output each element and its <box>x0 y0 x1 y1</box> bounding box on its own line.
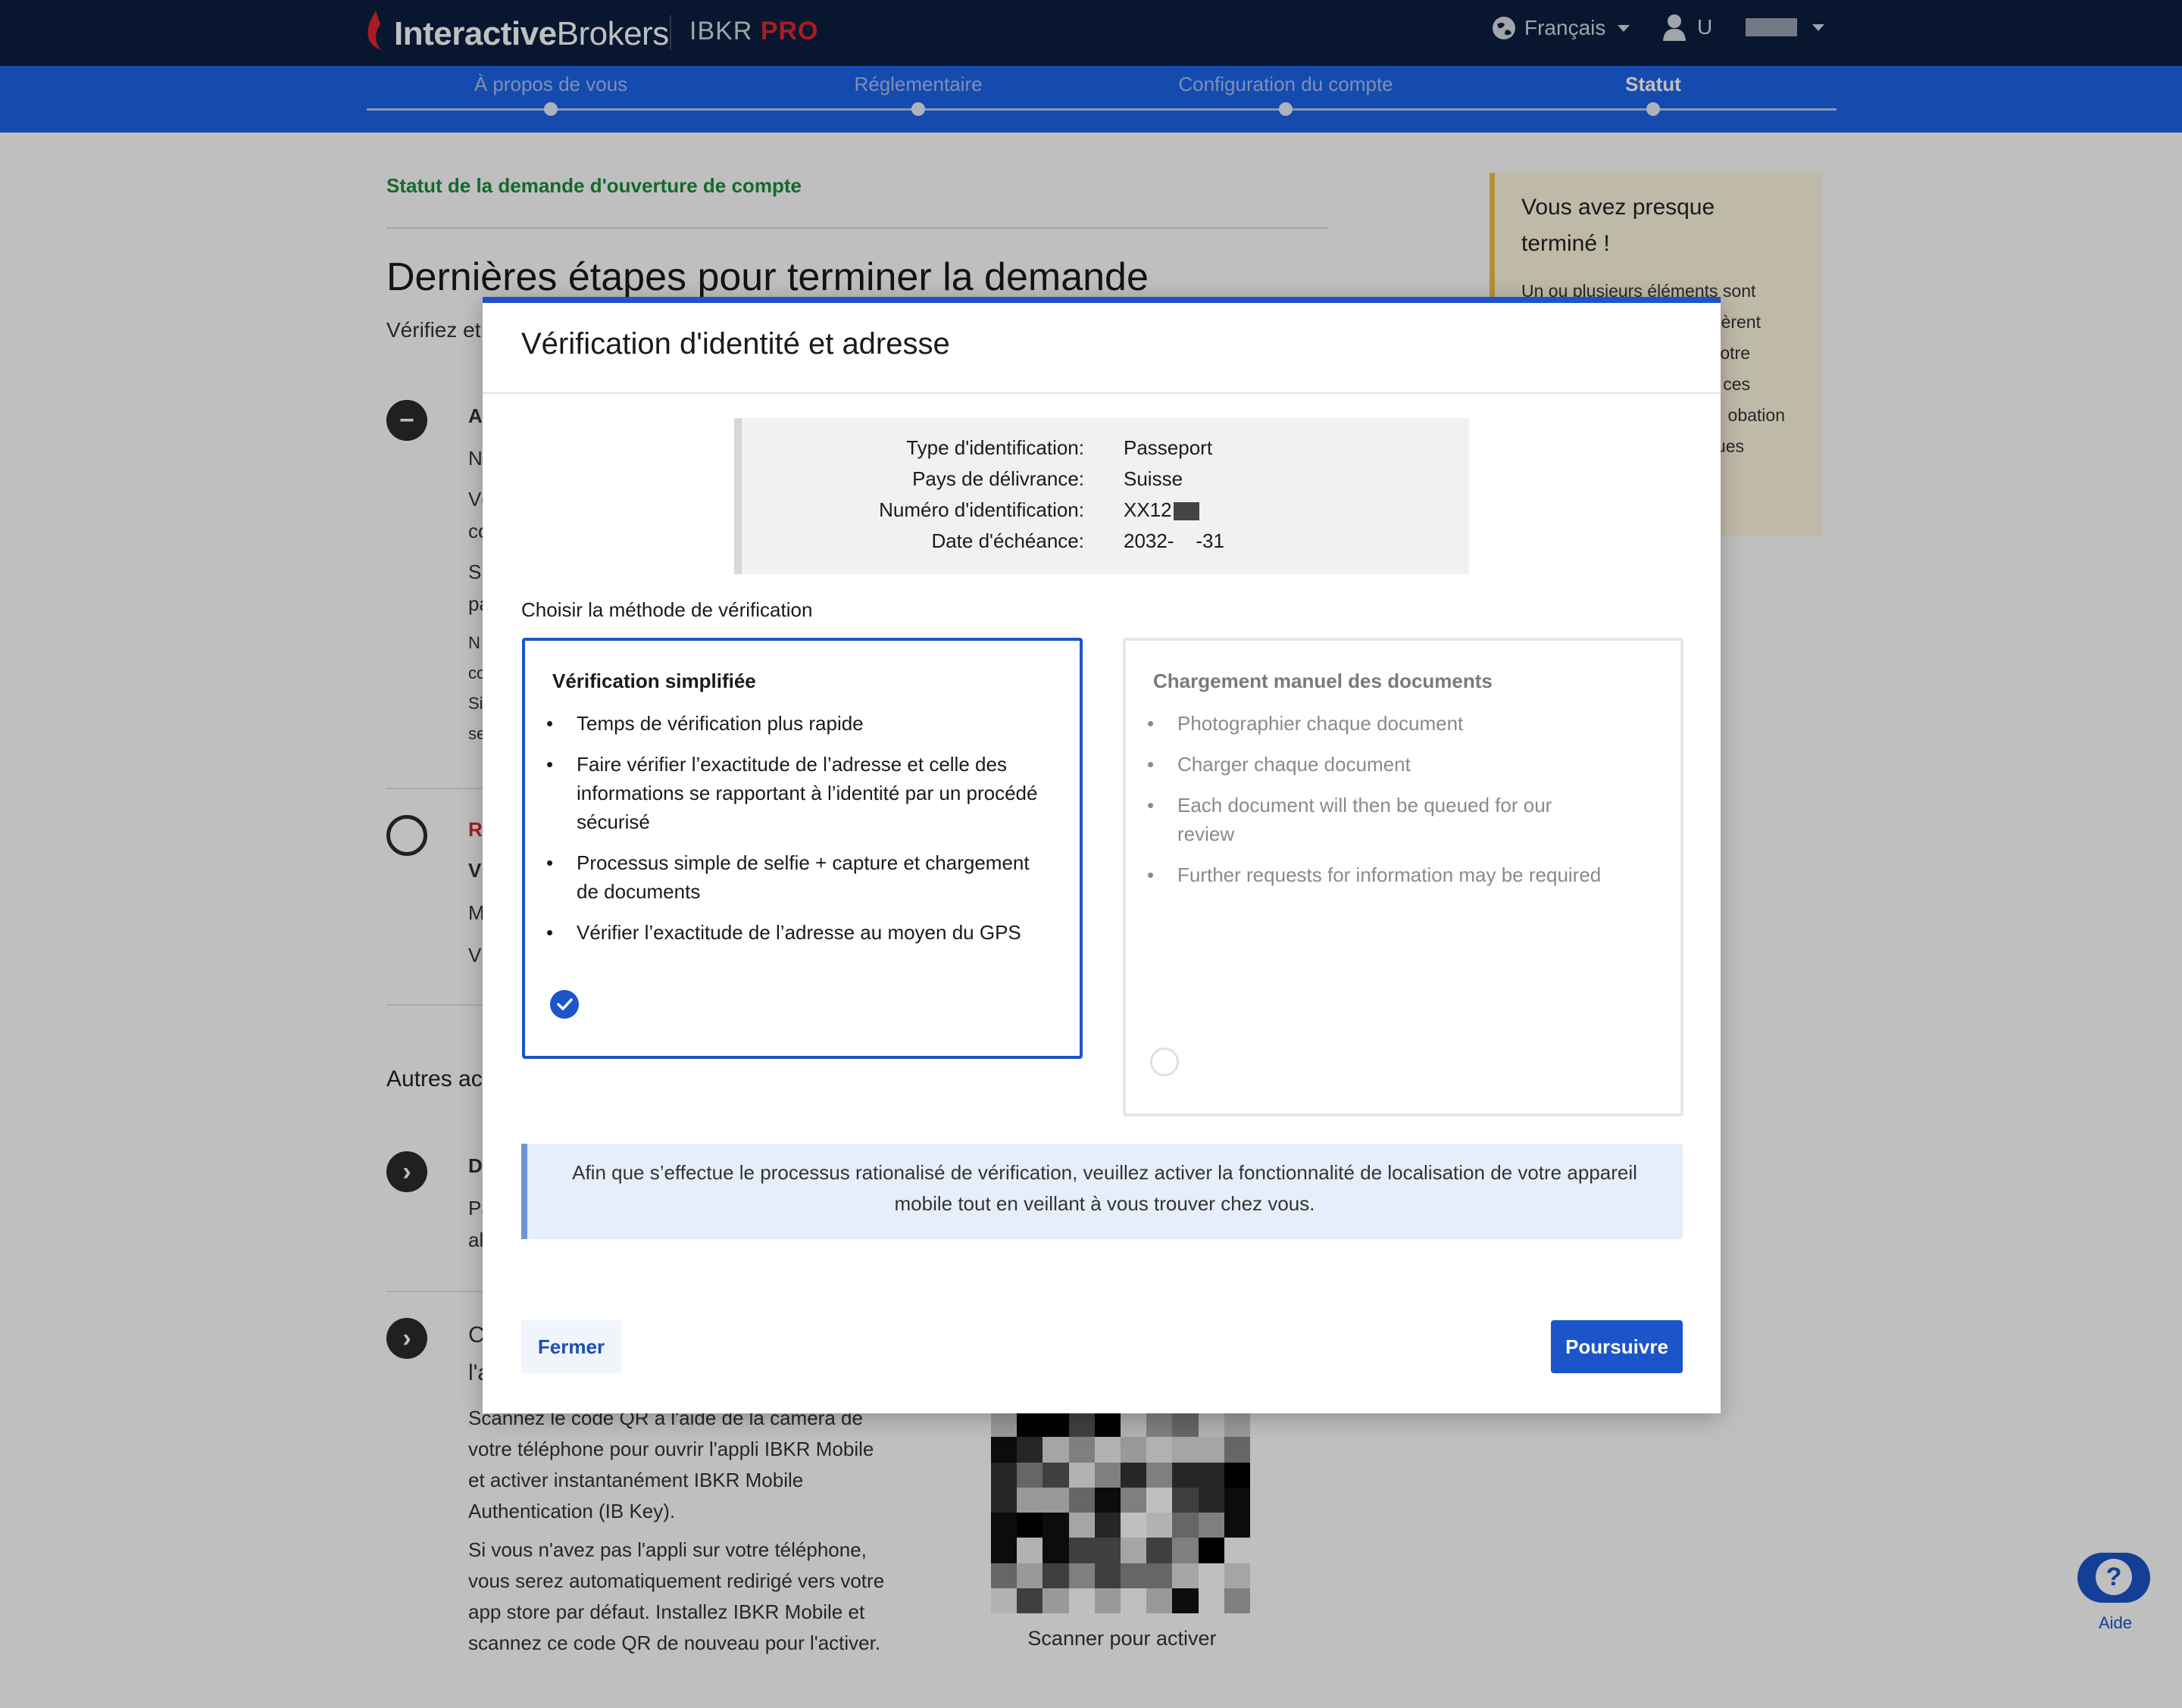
choose-method-label: Choisir la méthode de vérification <box>521 598 813 621</box>
id-row-number: Numéro d'identification: XX12 <box>742 498 1469 529</box>
modal-title: Vérification d'identité et adresse <box>521 327 950 361</box>
list-item: Vérifier l’exactitude de l’adresse au mo… <box>525 918 1040 947</box>
option-manual-upload[interactable]: Chargement manuel des documents Photogra… <box>1123 638 1683 1116</box>
id-expiry-value: 2032- -31 <box>1124 529 1224 552</box>
list-item: Charger chaque document <box>1126 750 1611 779</box>
option-simplified-verification[interactable]: Vérification simplifiée Temps de vérific… <box>522 638 1083 1059</box>
id-row-expiry: Date d'échéance: 2032- -31 <box>742 529 1469 560</box>
close-button[interactable]: Fermer <box>521 1320 621 1373</box>
list-item: Each document will then be queued for ou… <box>1126 791 1611 848</box>
masked-id-digits <box>1173 502 1199 521</box>
id-country-value: Suisse <box>1124 467 1183 490</box>
list-item: Processus simple de selfie + capture et … <box>525 848 1040 906</box>
list-item: Faire vérifier l’exactitude de l’adresse… <box>525 750 1040 836</box>
option-title: Chargement manuel des documents <box>1153 670 1493 692</box>
id-country-label: Pays de délivrance: <box>912 467 1084 490</box>
id-number-value: XX12 <box>1124 498 1172 521</box>
id-row-country: Pays de délivrance: Suisse <box>742 467 1469 498</box>
id-number-label: Numéro d'identification: <box>879 498 1084 521</box>
option-bullets: Temps de vérification plus rapide Faire … <box>525 709 1040 959</box>
option-bullets: Photographier chaque document Charger ch… <box>1126 709 1611 901</box>
list-item: Photographier chaque document <box>1126 709 1611 738</box>
id-type-label: Type d'identification: <box>906 436 1084 459</box>
modal-divider <box>483 392 1721 394</box>
id-type-value: Passeport <box>1124 436 1213 459</box>
id-number-value-wrap: XX12 <box>1124 498 1199 522</box>
id-row-type: Type d'identification: Passeport <box>742 436 1469 467</box>
id-expiry-label: Date d'échéance: <box>931 529 1084 552</box>
check-icon[interactable] <box>550 990 579 1019</box>
list-item: Temps de vérification plus rapide <box>525 709 1040 738</box>
continue-button[interactable]: Poursuivre <box>1551 1320 1683 1373</box>
location-notice-text: Afin que s’effectue le processus rationa… <box>572 1161 1637 1215</box>
list-item: Further requests for information may be … <box>1126 860 1611 889</box>
manual-radio[interactable] <box>1150 1048 1179 1076</box>
option-title: Vérification simplifiée <box>552 670 756 692</box>
